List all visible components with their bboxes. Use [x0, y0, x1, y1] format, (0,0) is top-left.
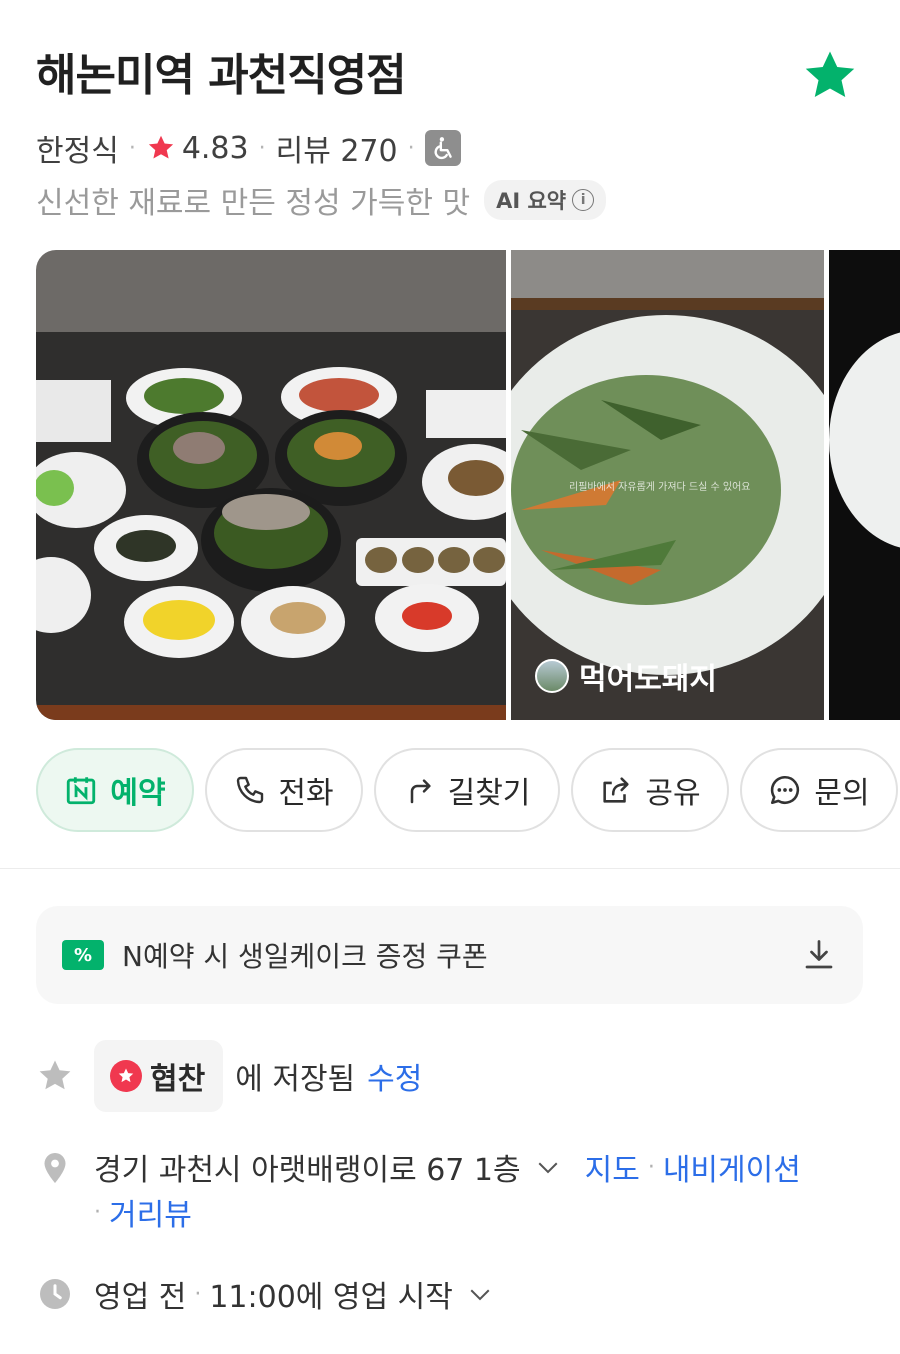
saved-suffix-text: 에 저장됨: [235, 1062, 356, 1097]
saved-list-name: 협찬: [150, 1062, 206, 1097]
reviewer-name: 먹어도돼지: [579, 662, 717, 697]
hours-detail: 11:00에 영업 시작: [209, 1280, 453, 1315]
saved-list-marker-icon: [110, 1060, 142, 1092]
chat-icon: [771, 775, 800, 805]
action-bar: 예약 전화 길찾기 공유 문의: [36, 748, 898, 832]
avatar: [535, 659, 569, 693]
navigation-link[interactable]: 내비게이션: [663, 1145, 801, 1189]
call-button-label: 전화: [278, 776, 334, 811]
saved-star-icon: [36, 1057, 74, 1095]
edit-saved-link[interactable]: 수정: [367, 1054, 422, 1098]
rating-value: 4.83: [181, 130, 249, 166]
chevron-down-icon[interactable]: [465, 1279, 495, 1309]
clock-icon: [36, 1276, 74, 1312]
gallery-photo-review[interactable]: 리필바에서 자유롭게 가져다 드실 수 있어요 먹어도돼지: [511, 250, 824, 720]
hours-status: 영업 전: [94, 1280, 187, 1315]
separator-dot: ·: [258, 135, 266, 161]
gallery-photo-next[interactable]: [829, 250, 900, 720]
rating-star-icon: [148, 135, 173, 159]
info-icon: i: [572, 189, 595, 211]
reviewer-caption: 먹어도돼지: [535, 654, 717, 698]
call-button[interactable]: 전화: [205, 748, 363, 832]
review-photo-watermark: 리필바에서 자유롭게 가져다 드실 수 있어요: [569, 482, 751, 493]
separator-dot: ·: [194, 1281, 202, 1307]
section-divider: [0, 868, 900, 869]
category-label: 한정식: [36, 134, 119, 169]
address-row: 경기 과천시 아랫배랭이로 67 1층 지도 · 내비게이션 · 거리뷰: [36, 1146, 801, 1236]
chevron-down-icon[interactable]: [533, 1152, 563, 1182]
separator-dot: ·: [407, 135, 415, 161]
place-meta: 한정식 · 4.83 · 리뷰 270 ·: [36, 126, 461, 170]
share-icon: [603, 777, 629, 803]
favorite-star-icon[interactable]: [800, 46, 860, 106]
coupon-icon: %: [62, 940, 104, 970]
street-view-link[interactable]: 거리뷰: [109, 1190, 192, 1234]
place-title: 해논미역 과천직영점: [36, 50, 407, 101]
inquiry-button[interactable]: 문의: [740, 748, 898, 832]
directions-button[interactable]: 길찾기: [374, 748, 560, 832]
inquiry-button-label: 문의: [814, 776, 870, 811]
separator-dot: ·: [647, 1154, 655, 1180]
phone-icon: [237, 776, 264, 804]
location-pin-icon: [36, 1148, 74, 1188]
gallery-photo-main[interactable]: [36, 250, 506, 720]
ai-summary-row: 신선한 재료로 만든 정성 가득한 맛 AI 요약 i: [36, 178, 607, 222]
reserve-button[interactable]: 예약: [36, 748, 194, 832]
address-text: 경기 과천시 아랫배랭이로 67 1층: [94, 1153, 521, 1188]
hours-row[interactable]: 영업 전 · 11:00에 영업 시작: [36, 1272, 495, 1316]
photo-gallery[interactable]: 리필바에서 자유롭게 가져다 드실 수 있어요 먹어도돼지: [36, 250, 900, 720]
saved-list-chip[interactable]: 협찬: [94, 1040, 224, 1112]
share-button[interactable]: 공유: [571, 748, 729, 832]
download-icon[interactable]: [801, 937, 837, 973]
coupon-text: N예약 시 생일케이크 증정 쿠폰: [122, 940, 488, 973]
ai-badge-label: AI 요약: [496, 189, 567, 213]
separator-dot: ·: [128, 135, 136, 161]
naver-reserve-icon: [67, 777, 96, 805]
saved-row: 협찬 에 저장됨 수정: [36, 1040, 422, 1112]
separator-dot: ·: [94, 1199, 101, 1225]
directions-icon: [410, 779, 431, 804]
reserve-button-label: 예약: [110, 776, 166, 811]
review-count-link[interactable]: 리뷰 270: [276, 126, 398, 170]
wheelchair-accessible-icon: [424, 130, 461, 166]
place-header: 해논미역 과천직영점: [36, 40, 864, 112]
directions-button-label: 길찾기: [447, 776, 531, 811]
ai-summary-badge[interactable]: AI 요약 i: [484, 180, 607, 220]
ai-summary-text: 신선한 재료로 만든 정성 가득한 맛: [36, 186, 471, 221]
share-button-label: 공유: [645, 776, 701, 811]
map-link[interactable]: 지도: [585, 1145, 640, 1189]
coupon-banner[interactable]: % N예약 시 생일케이크 증정 쿠폰: [36, 906, 863, 1004]
